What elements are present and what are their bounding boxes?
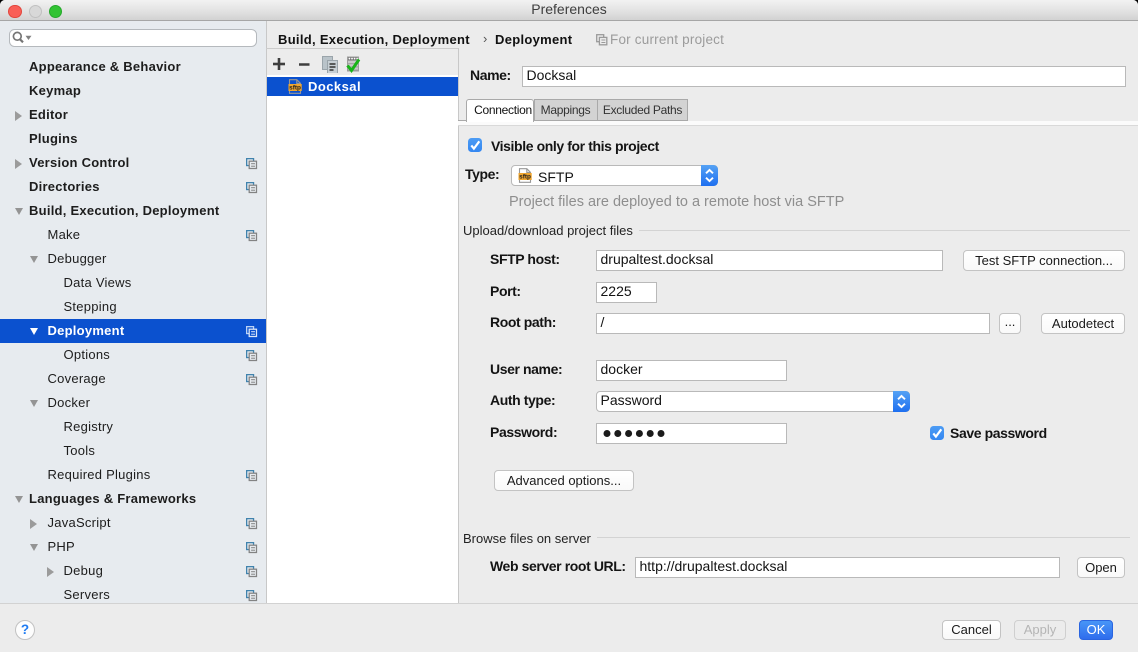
svg-text:sftp: sftp <box>289 85 301 92</box>
svg-text:sftp: sftp <box>519 174 531 181</box>
